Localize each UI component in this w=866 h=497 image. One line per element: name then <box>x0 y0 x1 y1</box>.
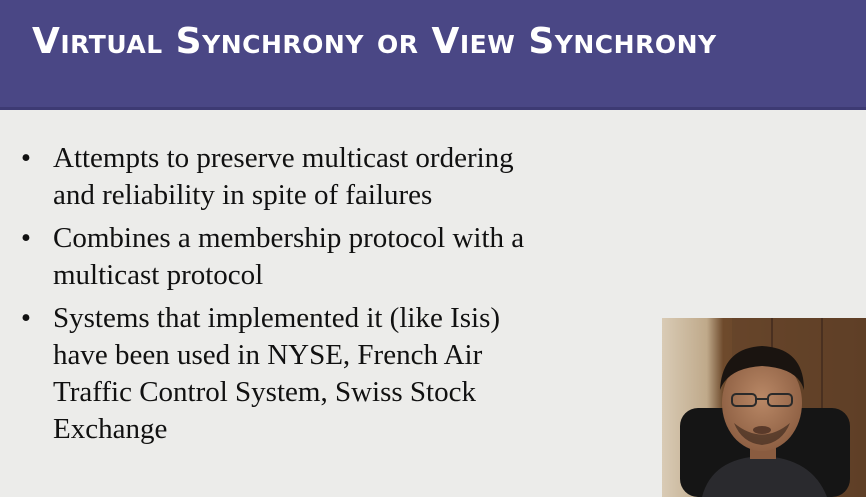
bullet-text-line: Systems that implemented it (like Isis) <box>53 302 501 334</box>
bullet-text-line: Attempts to preserve multicast ordering <box>53 142 514 174</box>
slide-title: Virtual Synchrony or View Synchrony <box>32 21 717 62</box>
bullet-text-line: have been used in NYSE, French Air <box>53 339 483 371</box>
bullet-text-line: Exchange <box>53 413 168 445</box>
title-bar: Virtual Synchrony or View Synchrony <box>0 0 866 110</box>
bullet-item: • Attempts to preserve multicast orderin… <box>16 140 616 214</box>
bullet-dot: • <box>20 302 32 334</box>
bullet-text-line: and reliability in spite of failures <box>53 179 433 211</box>
bullet-text-line: Traffic Control System, Swiss Stock <box>53 376 476 408</box>
bullet-list: • Attempts to preserve multicast orderin… <box>16 140 616 454</box>
bullet-text-line: Combines a membership protocol with a <box>53 222 525 254</box>
bullet-item: • Combines a membership protocol with a … <box>16 220 616 294</box>
presenter-webcam <box>662 318 866 497</box>
presenter-video-icon <box>662 318 866 497</box>
bullet-dot: • <box>20 222 32 254</box>
bullet-dot: • <box>20 142 32 174</box>
bullet-text-line: multicast protocol <box>53 259 264 291</box>
bullet-item: • Systems that implemented it (like Isis… <box>16 300 616 448</box>
